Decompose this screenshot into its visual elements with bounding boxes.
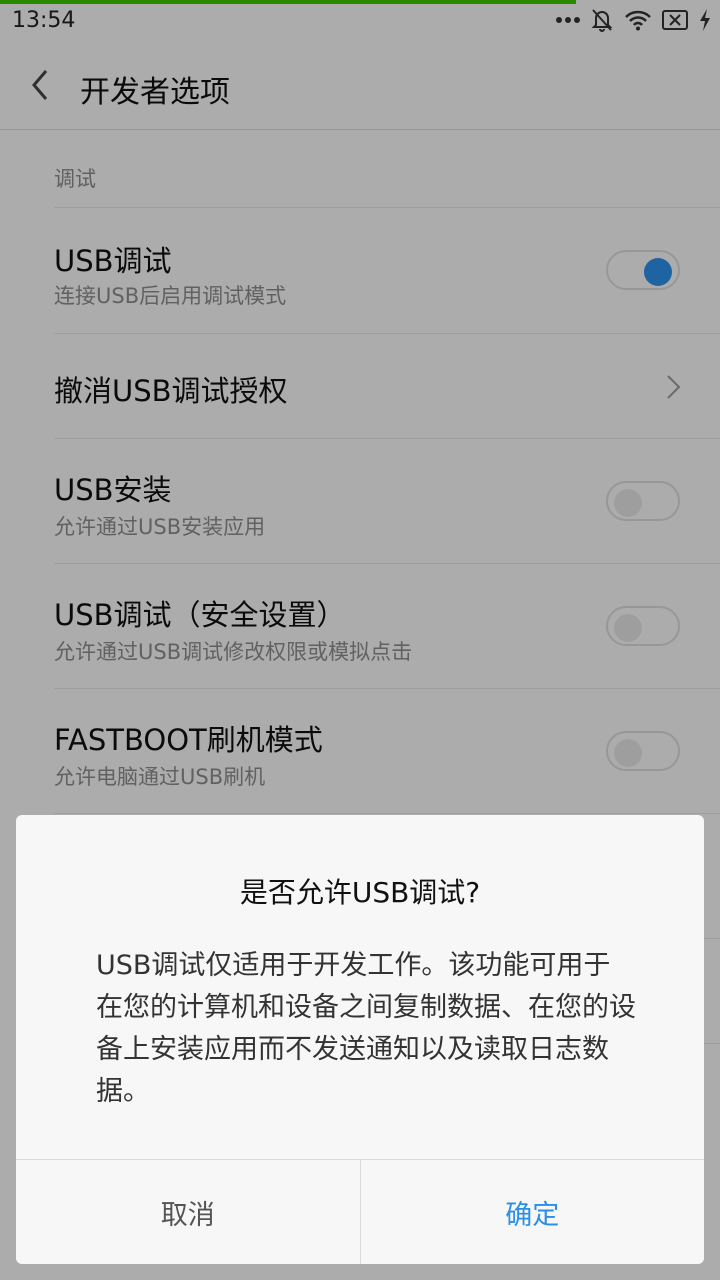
usb-debugging-dialog: 是否允许USB调试? USB调试仅适用于开发工作。该功能可用于在您的计算机和设备… [16,815,704,1264]
dialog-title: 是否允许USB调试? [239,876,481,909]
cancel-button[interactable]: 取消 [16,1160,361,1264]
confirm-button[interactable]: 确定 [361,1160,705,1264]
dialog-message: USB调试仅适用于开发工作。该功能可用于在您的计算机和设备之间复制数据、在您的设… [96,950,636,1107]
dialog-button-bar: 取消 确定 [16,1159,704,1264]
